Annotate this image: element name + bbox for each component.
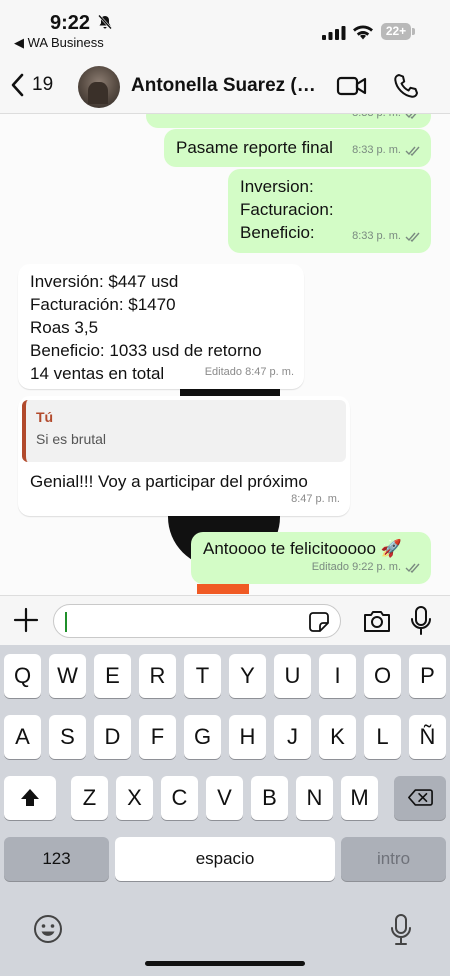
read-ticks-icon bbox=[405, 563, 420, 573]
key-q[interactable]: Q bbox=[4, 654, 41, 698]
message-line: Inversión: $447 usd bbox=[30, 272, 179, 291]
key-k[interactable]: K bbox=[319, 715, 356, 759]
space-key[interactable]: espacio bbox=[115, 837, 335, 881]
key-l[interactable]: L bbox=[364, 715, 401, 759]
message-meta: Editado 9:22 p. m. bbox=[312, 556, 421, 579]
key-d[interactable]: D bbox=[94, 715, 131, 759]
key-z[interactable]: Z bbox=[71, 776, 108, 820]
quoted-author: Tú bbox=[36, 409, 54, 425]
quoted-message[interactable]: Tú Si es brutal bbox=[22, 400, 346, 462]
bell-muted-icon bbox=[98, 14, 112, 30]
message-time: Editado 9:22 p. m. bbox=[311, 561, 401, 573]
key-u[interactable]: U bbox=[274, 654, 311, 698]
avatar[interactable] bbox=[78, 66, 120, 108]
wifi-icon bbox=[353, 25, 373, 40]
message-line: Roas 3,5 bbox=[30, 318, 99, 337]
key-m[interactable]: M bbox=[341, 776, 378, 820]
key-f[interactable]: F bbox=[139, 715, 176, 759]
backspace-icon bbox=[408, 789, 433, 806]
key-w[interactable]: W bbox=[49, 654, 86, 698]
message-line: Beneficio: 1033 usd de retorno bbox=[30, 341, 262, 360]
message-meta: 8:33 p. m. bbox=[352, 225, 421, 248]
shift-key[interactable] bbox=[4, 776, 56, 820]
video-call-icon[interactable] bbox=[336, 73, 368, 99]
key-o[interactable]: O bbox=[364, 654, 401, 698]
message-meta: Editado 8:47 p. m. bbox=[205, 361, 294, 384]
message-bubble-outgoing[interactable]: Pasame reporte final 8:33 p. m. bbox=[164, 129, 431, 167]
key-i[interactable]: I bbox=[319, 654, 356, 698]
message-meta: 8:47 p. m. bbox=[291, 488, 340, 511]
key-t[interactable]: T bbox=[184, 654, 221, 698]
message-bubble-outgoing[interactable]: Antoooo te felicitooooo 🚀 Editado 9:22 p… bbox=[191, 532, 431, 584]
key-j[interactable]: J bbox=[274, 715, 311, 759]
numbers-key[interactable]: 123 bbox=[4, 837, 109, 881]
key-v[interactable]: V bbox=[206, 776, 243, 820]
contact-name[interactable]: Antonella Suarez (La... bbox=[131, 75, 327, 97]
message-line: Inversion: bbox=[240, 177, 314, 196]
key-b[interactable]: B bbox=[251, 776, 288, 820]
key-e[interactable]: E bbox=[94, 654, 131, 698]
read-ticks-icon bbox=[405, 232, 420, 242]
key-p[interactable]: P bbox=[409, 654, 446, 698]
unread-count: 19 bbox=[32, 74, 54, 95]
message-bubble-incoming[interactable]: Tú Si es brutal Genial!!! Voy a particip… bbox=[18, 396, 350, 516]
message-bubble-incoming[interactable]: Inversión: $447 usd Facturación: $1470 R… bbox=[18, 264, 304, 389]
message-bubble-outgoing[interactable]: Inversion: Facturacion: Beneficio: 8:33 … bbox=[228, 169, 431, 253]
chevron-left-icon bbox=[11, 73, 24, 97]
battery-indicator: 22+ bbox=[381, 23, 411, 40]
cellular-signal-icon bbox=[322, 26, 346, 40]
chat-header: 19 Antonella Suarez (La... bbox=[0, 60, 450, 114]
message-bubble-outgoing[interactable]: 8:33 p. m. bbox=[146, 114, 431, 128]
message-input[interactable] bbox=[53, 604, 341, 638]
key-x[interactable]: X bbox=[116, 776, 153, 820]
key-g[interactable]: G bbox=[184, 715, 221, 759]
emoji-icon[interactable] bbox=[32, 913, 64, 945]
microphone-icon[interactable] bbox=[410, 605, 432, 637]
camera-icon[interactable] bbox=[362, 608, 392, 634]
key-a[interactable]: A bbox=[4, 715, 41, 759]
key-h[interactable]: H bbox=[229, 715, 266, 759]
message-meta: 8:33 p. m. bbox=[352, 114, 421, 125]
message-time: 8:47 p. m. bbox=[291, 493, 340, 505]
sticker-icon[interactable] bbox=[308, 611, 330, 633]
key-enye[interactable]: Ñ bbox=[409, 715, 446, 759]
battery-tip bbox=[412, 28, 415, 35]
backspace-key[interactable] bbox=[394, 776, 446, 820]
key-y[interactable]: Y bbox=[229, 654, 266, 698]
message-line: Facturacion: bbox=[240, 200, 334, 219]
dictation-icon[interactable] bbox=[389, 913, 413, 947]
key-s[interactable]: S bbox=[49, 715, 86, 759]
message-time: Editado 8:47 p. m. bbox=[204, 366, 294, 378]
keyboard: Q W E R T Y U I O P A S D F G H J K L Ñ … bbox=[0, 645, 450, 976]
phone-icon[interactable] bbox=[392, 72, 420, 100]
quoted-text: Si es brutal bbox=[36, 431, 107, 447]
message-line: Facturación: $1470 bbox=[30, 295, 176, 314]
message-input-bar bbox=[0, 595, 450, 645]
status-time: 9:22 bbox=[50, 12, 91, 34]
read-ticks-icon bbox=[405, 114, 416, 119]
key-c[interactable]: C bbox=[161, 776, 198, 820]
return-key[interactable]: intro bbox=[341, 837, 446, 881]
message-time: 8:33 p. m. bbox=[352, 144, 401, 156]
key-r[interactable]: R bbox=[139, 654, 176, 698]
back-button[interactable]: 19 bbox=[10, 73, 53, 97]
text-caret bbox=[65, 612, 67, 632]
read-ticks-icon bbox=[405, 146, 420, 156]
status-bar: 9:22 ◀ WA Business 22+ bbox=[0, 0, 450, 60]
message-meta: 8:33 p. m. bbox=[352, 139, 421, 162]
wallpaper-shape bbox=[197, 584, 249, 594]
shift-icon bbox=[21, 789, 39, 806]
plus-icon[interactable] bbox=[13, 607, 39, 633]
chat-area[interactable]: 8:33 p. m. Pasame reporte final 8:33 p. … bbox=[0, 114, 450, 595]
back-to-app-link[interactable]: ◀ WA Business bbox=[14, 35, 104, 51]
message-time: 8:33 p. m. bbox=[352, 230, 401, 242]
home-indicator bbox=[145, 961, 305, 966]
key-n[interactable]: N bbox=[296, 776, 333, 820]
message-time: 8:33 p. m. bbox=[352, 114, 401, 125]
